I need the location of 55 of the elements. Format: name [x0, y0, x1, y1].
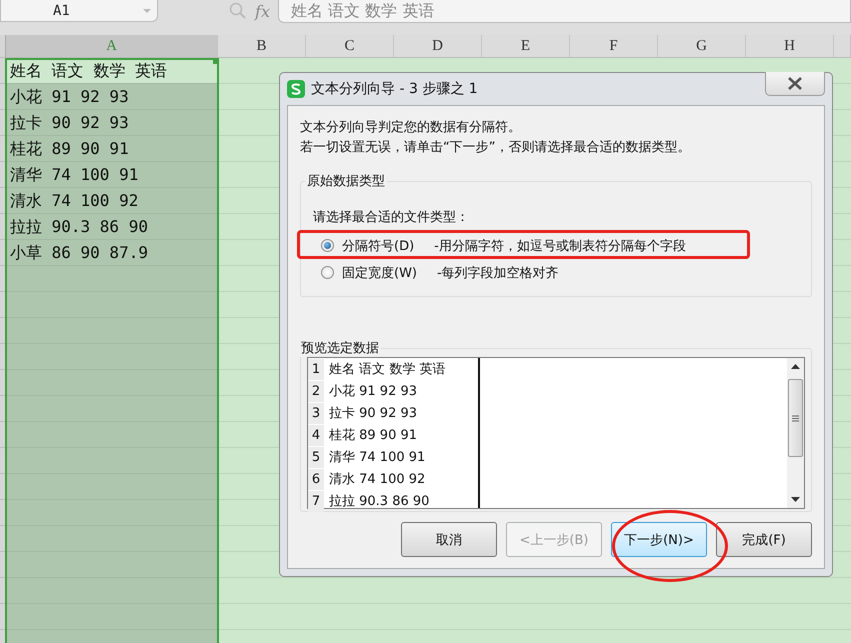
option-label[interactable]: 固定宽度(W) [342, 264, 417, 282]
preview-line: 拉拉 90.3 86 90 [329, 493, 430, 510]
preview-line: 小花 91 92 93 [329, 383, 418, 400]
option-description: -每列字段加空格对齐 [437, 264, 559, 282]
app-icon [287, 80, 305, 98]
line-number: 1 [308, 358, 324, 380]
prompt-text: 请选择最合适的文件类型： [313, 209, 470, 226]
option-description: -用分隔字符，如逗号或制表符分隔每个字段 [434, 238, 686, 254]
column-header[interactable]: D [394, 35, 482, 58]
column-header[interactable]: B [218, 35, 306, 58]
close-button[interactable] [765, 72, 825, 96]
dialog-button[interactable]: 下一步(N)> [611, 522, 707, 557]
name-box[interactable]: A1 [0, 0, 158, 22]
intro-text: 文本分列向导判定您的数据有分隔符。 [300, 119, 522, 137]
option-label[interactable]: 分隔符号(D) [342, 236, 414, 254]
preview-line: 清水 74 100 92 [329, 471, 426, 488]
column-header[interactable]: F [570, 35, 658, 58]
table-cell: 小花 91 92 93 [6, 84, 218, 110]
column-header[interactable]: G [658, 35, 746, 58]
dialog-button[interactable]: 取消 [401, 522, 497, 557]
dialog-button[interactable]: 完成(F) [716, 522, 812, 557]
dialog-title: 文本分列向导 - 3 步骤之 1 [311, 80, 478, 98]
column-header[interactable]: H [746, 35, 834, 58]
scroll-down-icon[interactable] [791, 497, 800, 502]
close-icon[interactable] [787, 77, 803, 90]
group-title: 原始数据类型 [306, 173, 386, 190]
zoom-icon[interactable] [229, 2, 248, 20]
preview-line: 清华 74 100 91 [329, 449, 426, 466]
table-cell: 拉拉 90.3 86 90 [6, 214, 218, 240]
scroll-thumb[interactable] [788, 379, 803, 457]
table-cell: 桂花 89 90 91 [6, 136, 218, 162]
scrollbar[interactable] [787, 358, 804, 508]
fill-handle[interactable] [213, 58, 219, 64]
table-cell: 拉卡 90 92 93 [6, 110, 218, 136]
caret-icon[interactable] [143, 8, 151, 12]
preview-title: 预览选定数据 [300, 340, 380, 357]
line-number: 4 [308, 424, 324, 446]
line-number: 6 [308, 468, 324, 490]
preview-line: 姓名 语文 数学 英语 [329, 361, 446, 378]
radio-button[interactable] [321, 239, 334, 252]
column-header[interactable]: E [482, 35, 570, 58]
line-number: 5 [308, 446, 324, 468]
line-number: 7 [308, 490, 324, 512]
scroll-up-icon[interactable] [791, 364, 800, 369]
line-number: 3 [308, 402, 324, 424]
table-cell: 清水 74 100 92 [6, 188, 218, 214]
column-header[interactable] [834, 35, 851, 58]
radio-button[interactable] [321, 266, 334, 279]
line-number: 2 [308, 380, 324, 402]
column-header[interactable]: C [306, 35, 394, 58]
table-cell: 清华 74 100 91 [6, 162, 218, 188]
table-cell: 小草 86 90 87.9 [6, 240, 218, 266]
preview-line: 桂花 89 90 91 [329, 427, 418, 444]
intro-text: 若一切设置无误，请单击“下一步”，否则请选择最合适的数据类型。 [300, 139, 692, 157]
preview-line: 拉卡 90 92 93 [329, 405, 418, 422]
